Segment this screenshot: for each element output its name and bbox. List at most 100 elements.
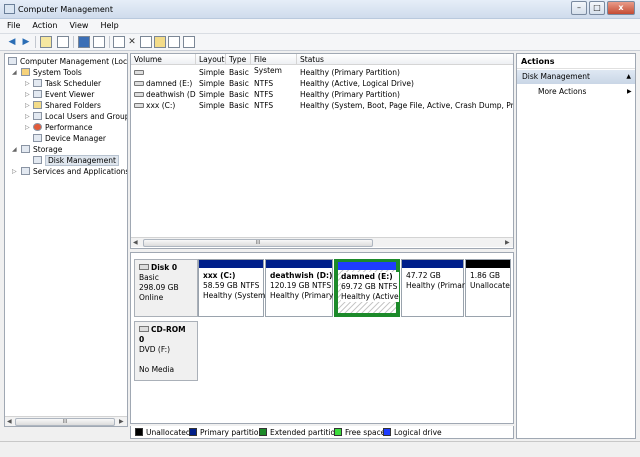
fs-cell: NTFS — [254, 79, 274, 88]
fs-cell: NTFS — [254, 90, 274, 99]
forward-arrow-icon[interactable]: ▶ — [20, 36, 32, 48]
toolbar-separator — [35, 36, 36, 48]
legend-logical-drive: Logical drive — [383, 428, 442, 437]
column-header-type[interactable]: Type — [226, 54, 251, 65]
actions-title: Actions — [517, 54, 635, 69]
back-arrow-icon[interactable]: ◀ — [6, 36, 18, 48]
partition-primary[interactable]: 47.72 GB Healthy (Primar — [401, 259, 465, 317]
tree-item-disk-management[interactable]: Disk Management — [33, 155, 119, 166]
volume-cell: damned (E:) — [131, 78, 196, 89]
tree-item-local-users[interactable]: Local Users and Groups — [33, 111, 127, 122]
disk-size: 298.09 GB — [139, 283, 179, 292]
expand-triangle-icon[interactable]: ▷ — [25, 111, 30, 122]
tree-item-task-scheduler[interactable]: Task Scheduler — [33, 78, 101, 89]
toolbar-separator — [73, 36, 74, 48]
up-folder-icon[interactable] — [40, 36, 52, 48]
cdrom-type: DVD (F:) — [139, 345, 171, 354]
menu-help[interactable]: Help — [93, 19, 123, 30]
scroll-thumb[interactable]: III — [15, 418, 115, 426]
maximize-button[interactable]: □ — [589, 1, 605, 15]
volume-horizontal-scrollbar[interactable]: ◀ III ▶ — [131, 237, 513, 247]
scroll-left-icon[interactable]: ◀ — [133, 238, 138, 248]
computer-icon — [8, 57, 17, 65]
collapse-arrow-icon[interactable]: ▲ — [626, 70, 631, 84]
expand-triangle-icon[interactable]: ▷ — [25, 89, 30, 100]
disk-0-info[interactable]: Disk 0 Basic 298.09 GB Online — [134, 259, 198, 317]
column-header-status[interactable]: Status — [297, 54, 513, 65]
menu-bar: File Action View Help — [0, 19, 640, 34]
volume-cell: xxx (C:) — [131, 100, 196, 111]
tree-item-shared-folders[interactable]: Shared Folders — [33, 100, 101, 111]
scroll-right-icon[interactable]: ▶ — [119, 417, 124, 426]
delete-icon[interactable]: ✕ — [126, 36, 138, 48]
drive-icon — [134, 92, 144, 97]
type-cell: Basic — [229, 90, 249, 99]
tree-item-event-viewer[interactable]: Event Viewer — [33, 89, 94, 100]
partition-size: 47.72 GB — [406, 271, 441, 280]
expand-triangle-icon[interactable]: ▷ — [12, 166, 17, 177]
partition-status: Healthy (System — [203, 291, 266, 300]
partition-size: 120.19 GB NTFS — [270, 281, 332, 290]
partition-c[interactable]: xxx (C:) 58.59 GB NTFS Healthy (System — [198, 259, 265, 317]
partition-unallocated[interactable]: 1.86 GB Unallocate — [465, 259, 511, 317]
tree-label: System Tools — [33, 68, 82, 77]
partition-status: Healthy (Active — [341, 292, 399, 301]
expand-triangle-icon[interactable]: ▷ — [25, 100, 30, 111]
volume-list: Volume Layout Type File System Status Si… — [130, 53, 514, 249]
scroll-left-icon[interactable]: ◀ — [7, 417, 12, 426]
column-header-volume[interactable]: Volume — [131, 54, 196, 65]
partition-d[interactable]: deathwish (D:) 120.19 GB NTFS Healthy (Pri… — [265, 259, 333, 317]
tree-item-system-tools[interactable]: System Tools — [21, 67, 82, 78]
partition-status: Healthy (Primary — [270, 291, 334, 300]
table-row[interactable]: xxx (C:) Simple Basic NTFS Healthy (Syst… — [131, 100, 513, 111]
window-title: Computer Management — [18, 5, 114, 14]
partition-text: xxx (C:) 58.59 GB NTFS Healthy (System — [203, 271, 265, 301]
show-hide-tree-icon[interactable] — [57, 36, 69, 48]
partition-size: 58.59 GB NTFS — [203, 281, 260, 290]
minimize-button[interactable]: – — [571, 1, 587, 15]
expand-triangle-icon[interactable]: ▷ — [25, 78, 30, 89]
scroll-thumb[interactable]: III — [143, 239, 373, 247]
partition-e[interactable]: damned (E:) 69.72 GB NTFS Healthy (Active — [334, 259, 400, 317]
table-row[interactable]: damned (E:) Simple Basic NTFS Healthy (A… — [131, 78, 513, 89]
disk-type: Basic — [139, 273, 159, 282]
column-header-file-system[interactable]: File System — [251, 54, 297, 75]
close-button[interactable]: x — [607, 1, 635, 15]
menu-view[interactable]: View — [62, 19, 93, 30]
table-row[interactable]: deathwish (D:) Simple Basic NTFS Healthy… — [131, 89, 513, 100]
tree-item-performance[interactable]: Performance — [33, 122, 93, 133]
collapse-triangle-icon[interactable]: ◢ — [12, 144, 17, 155]
connect-icon[interactable] — [113, 36, 125, 48]
expand-triangle-icon[interactable]: ▷ — [25, 122, 30, 133]
column-header-layout[interactable]: Layout — [196, 54, 226, 65]
tree-horizontal-scrollbar[interactable]: ◀ III ▶ — [5, 416, 127, 426]
legend-swatch — [259, 428, 267, 436]
actions-section-label: Disk Management — [522, 72, 590, 81]
check-icon[interactable] — [183, 36, 195, 48]
tree-item-services[interactable]: Services and Applications — [21, 166, 127, 177]
help-icon[interactable] — [78, 36, 90, 48]
table-row[interactable]: Simple Basic Healthy (Primary Partition) — [131, 67, 513, 78]
tree-item-device-manager[interactable]: Device Manager — [33, 133, 106, 144]
legend-swatch — [383, 428, 391, 436]
layout-cell: Simple — [199, 79, 225, 88]
legend-unallocated: Unallocated — [135, 428, 191, 437]
partition-legend: Unallocated Primary partition Extended p… — [130, 426, 514, 439]
more-actions-item[interactable]: More Actions — [538, 87, 586, 97]
collapse-triangle-icon[interactable]: ◢ — [12, 67, 17, 78]
partition-name: damned (E:) — [341, 272, 393, 281]
menu-file[interactable]: File — [0, 19, 25, 30]
tree-item-storage[interactable]: Storage — [21, 144, 62, 155]
cdrom-0-info[interactable]: CD-ROM 0 DVD (F:) No Media — [134, 321, 198, 381]
partition-text: damned (E:) 69.72 GB NTFS Healthy (Active — [341, 272, 399, 302]
tree-label: Disk Management — [45, 155, 119, 166]
tree-item-root[interactable]: Computer Management (Local — [8, 56, 127, 67]
scroll-right-icon[interactable]: ▶ — [505, 238, 510, 248]
search-icon[interactable] — [168, 36, 180, 48]
properties-icon[interactable] — [93, 36, 105, 48]
checklist-icon[interactable] — [140, 36, 152, 48]
menu-action[interactable]: Action — [25, 19, 62, 30]
actions-section-disk-management[interactable]: Disk Management ▲ — [517, 70, 635, 84]
open-folder-icon[interactable] — [154, 36, 166, 48]
volume-cell — [131, 67, 196, 78]
